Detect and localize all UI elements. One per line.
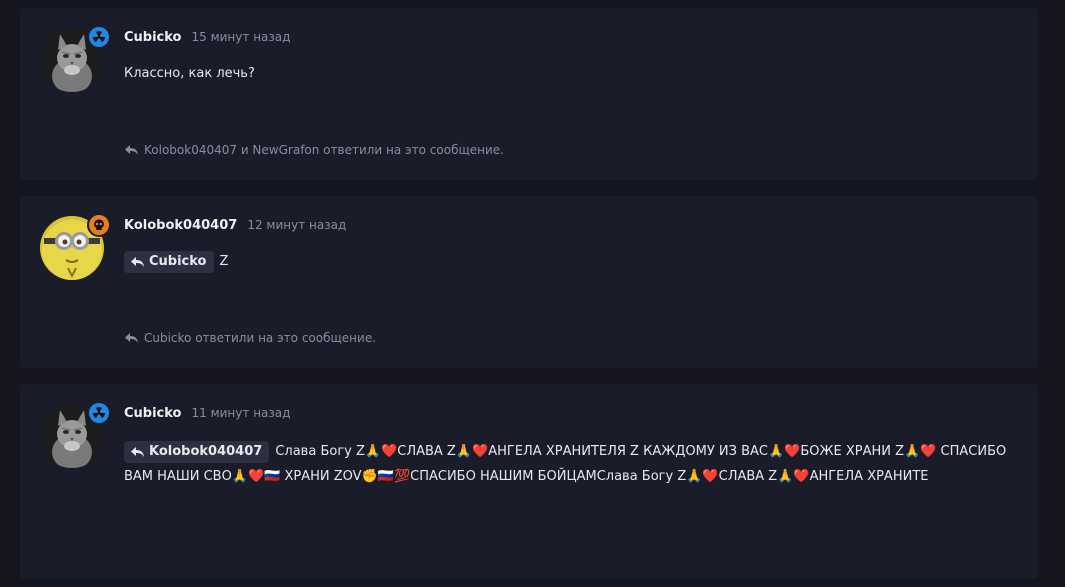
username[interactable]: Kolobok040407: [124, 218, 237, 233]
timestamp[interactable]: 11 минут назад: [192, 406, 291, 420]
username[interactable]: Cubicko: [124, 406, 182, 421]
post-text: Z: [219, 254, 229, 269]
post-body: Классно, как лечь?: [124, 61, 255, 86]
replies-info: Cubicko ответили на это сообщение.: [124, 331, 376, 345]
replies-link[interactable]: Kolobok040407 и NewGrafon ответили на эт…: [144, 143, 504, 157]
quote-chip-label: Kolobok040407: [149, 443, 263, 459]
reply-arrow-icon: [131, 446, 144, 457]
timestamp[interactable]: 15 минут назад: [192, 30, 291, 44]
comment-post: Cubicko 15 минут назад Классно, как лечь…: [20, 8, 1038, 180]
quote-chip[interactable]: Cubicko: [124, 250, 214, 273]
reply-arrow-icon: [125, 145, 138, 155]
timestamp[interactable]: 12 минут назад: [247, 218, 346, 232]
replies-link[interactable]: Cubicko ответили на это сообщение.: [144, 331, 376, 345]
quote-chip-label: Cubicko: [149, 253, 207, 269]
user-badge[interactable]: [87, 25, 111, 49]
post-header: Cubicko 15 минут назад: [124, 30, 290, 45]
post-text: Классно, как лечь?: [124, 66, 255, 81]
replies-info: Kolobok040407 и NewGrafon ответили на эт…: [124, 143, 504, 157]
user-badge[interactable]: [87, 401, 111, 425]
skull-icon: [94, 219, 104, 230]
reply-arrow-icon: [125, 333, 138, 343]
post-body: Kolobok040407 Слава Богу Z🙏❤️СЛАВА Z🙏❤️А…: [124, 439, 1014, 489]
user-badge[interactable]: [87, 213, 111, 237]
post-header: Kolobok040407 12 минут назад: [124, 218, 346, 233]
post-body: Cubicko Z: [124, 249, 228, 274]
comment-post: Cubicko 11 минут назад Kolobok040407 Сла…: [20, 384, 1038, 579]
radiation-icon: [93, 407, 105, 419]
comment-post: Kolobok040407 12 минут назад Cubicko Z C…: [20, 196, 1038, 368]
post-header: Cubicko 11 минут назад: [124, 406, 290, 421]
quote-chip[interactable]: Kolobok040407: [124, 440, 270, 463]
radiation-icon: [93, 31, 105, 43]
username[interactable]: Cubicko: [124, 30, 182, 45]
comment-thread: Cubicko 15 минут назад Классно, как лечь…: [0, 0, 1065, 587]
reply-arrow-icon: [131, 256, 144, 267]
